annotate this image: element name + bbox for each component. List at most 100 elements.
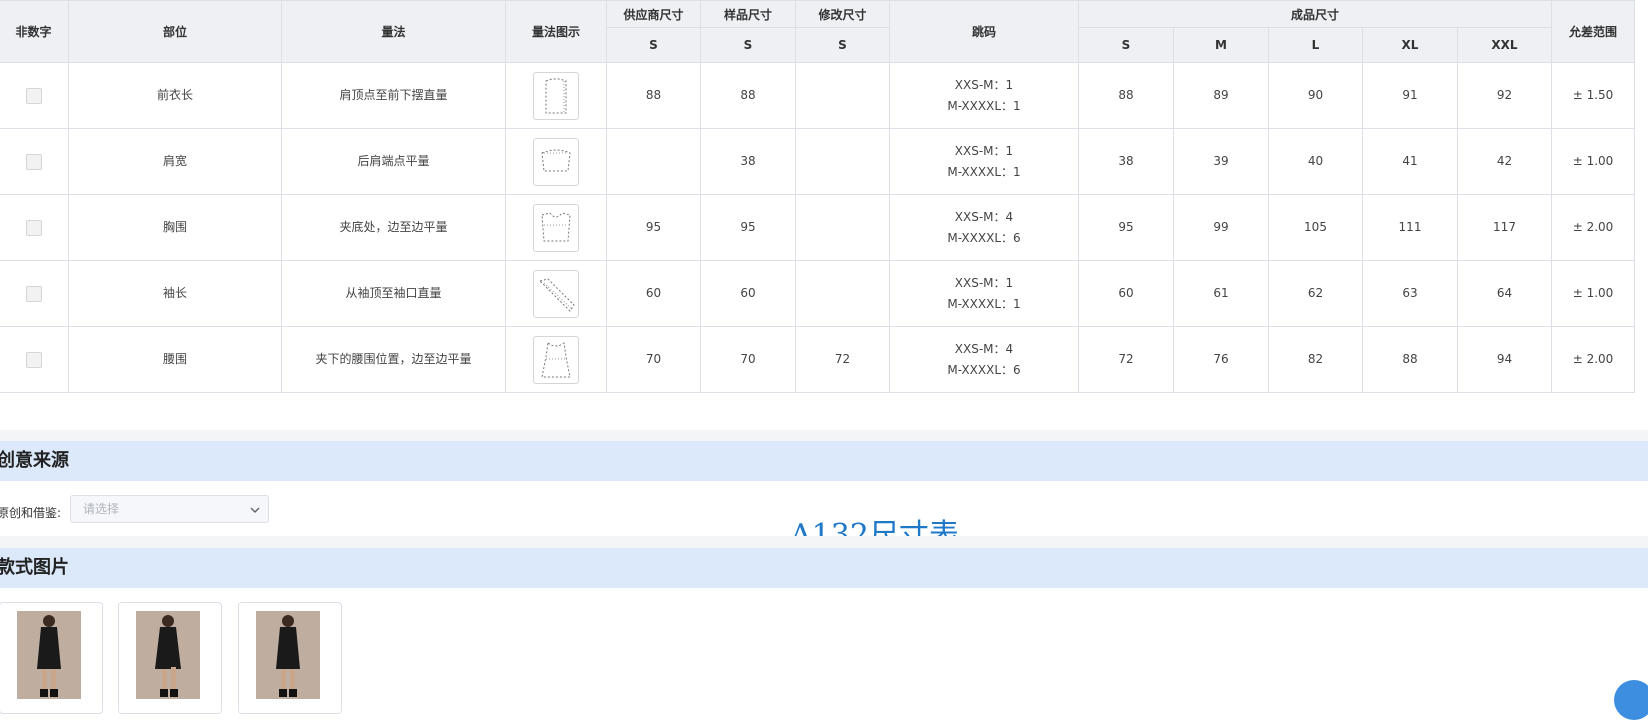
cell-method: 夹下的腰围位置，边至边平量: [281, 326, 506, 393]
table-row: 腰围 夹下的腰围位置，边至边平量 70 70 72 XXS-M：4 M-XXXXL…: [0, 326, 1635, 393]
cell-method: 从袖顶至袖口直量: [281, 260, 506, 327]
measure-diagram-thumbnail[interactable]: [533, 335, 579, 384]
row-checkbox[interactable]: [25, 285, 42, 302]
header-diagram: 量法图示: [505, 0, 607, 63]
cell-finished-xxl: 42: [1457, 128, 1552, 195]
header-method: 量法: [281, 0, 506, 63]
model-silhouette-icon: [17, 611, 81, 699]
header-part: 部位: [68, 0, 282, 63]
cell-part: 腰围: [68, 326, 282, 393]
cell-part: 肩宽: [68, 128, 282, 195]
model-silhouette-icon: [136, 611, 200, 699]
cell-modified[interactable]: [795, 62, 890, 129]
size-table: 非数字 部位 量法 量法图示 供应商尺寸 样品尺寸 修改尺寸 跳码 成品尺寸 允…: [0, 0, 1635, 393]
cell-supplier: 95: [606, 194, 701, 261]
section-divider: [0, 536, 1648, 548]
subheader-supplier-s: S: [606, 27, 701, 63]
cell-finished-l: 105: [1268, 194, 1363, 261]
table-row: 袖长 从袖顶至袖口直量 60 60 XXS-M：1 M-XXXXL：1 60 61…: [0, 260, 1635, 327]
section-title: 创意来源: [0, 450, 69, 471]
cell-finished-s: 88: [1078, 62, 1174, 129]
subheader-finished-xxl: XXL: [1457, 27, 1552, 63]
cell-jump: XXS-M：1 M-XXXXL：1: [889, 128, 1079, 195]
cell-part: 袖长: [68, 260, 282, 327]
cell-supplier: 70: [606, 326, 701, 393]
cell-finished-m: 89: [1173, 62, 1269, 129]
shoulder-width-sketch-icon: [541, 149, 571, 171]
select-placeholder: 请选择: [83, 502, 120, 516]
style-image-card[interactable]: [0, 602, 103, 714]
cell-finished-xl: 63: [1362, 260, 1458, 327]
cell-jump: XXS-M：1 M-XXXXL：1: [889, 260, 1079, 327]
cell-tolerance: ± 1.00: [1551, 260, 1635, 327]
cell-finished-s: 72: [1078, 326, 1174, 393]
cell-part: 胸围: [68, 194, 282, 261]
subheader-finished-m: M: [1173, 27, 1269, 63]
creative-source-header: 创意来源: [0, 441, 1648, 481]
cell-finished-m: 61: [1173, 260, 1269, 327]
cell-tolerance: ± 1.00: [1551, 128, 1635, 195]
cell-method: 夹底处，边至边平量: [281, 194, 506, 261]
header-non-numeric: 非数字: [0, 0, 69, 63]
cell-sample: 60: [700, 260, 796, 327]
row-checkbox[interactable]: [25, 153, 42, 170]
source-field-label: 原创和借鉴:: [0, 506, 62, 520]
header-sample-size: 样品尺寸: [700, 0, 796, 28]
style-images-header: 款式图片: [0, 548, 1648, 588]
cell-sample: 95: [700, 194, 796, 261]
cell-sample: 70: [700, 326, 796, 393]
header-jump: 跳码: [889, 0, 1079, 63]
front-length-sketch-icon: [545, 78, 567, 113]
style-image-card[interactable]: [238, 602, 342, 714]
cell-modified[interactable]: 72: [795, 326, 890, 393]
header-supplier-size: 供应商尺寸: [606, 0, 701, 28]
source-select[interactable]: 请选择: [70, 495, 269, 523]
row-checkbox[interactable]: [25, 219, 42, 236]
cell-finished-s: 38: [1078, 128, 1174, 195]
dress-photo: [136, 611, 200, 699]
cell-finished-xxl: 64: [1457, 260, 1552, 327]
cell-finished-m: 76: [1173, 326, 1269, 393]
cell-finished-xl: 111: [1362, 194, 1458, 261]
measure-diagram-thumbnail[interactable]: [533, 269, 579, 318]
row-checkbox[interactable]: [25, 87, 42, 104]
cell-finished-xl: 41: [1362, 128, 1458, 195]
cell-sample: 88: [700, 62, 796, 129]
cell-part: 前衣长: [68, 62, 282, 129]
floating-action-button[interactable]: [1614, 680, 1648, 720]
subheader-finished-s: S: [1078, 27, 1174, 63]
subheader-modified-s: S: [795, 27, 890, 63]
table-row: 前衣长 肩顶点至前下摆直量 88 88 XXS-M：1 M-XXXXL：1 88 …: [0, 62, 1635, 129]
measure-diagram-thumbnail[interactable]: [533, 137, 579, 186]
cell-tolerance: ± 2.00: [1551, 194, 1635, 261]
measure-diagram-thumbnail[interactable]: [533, 71, 579, 120]
dress-photo: [17, 611, 81, 699]
cell-finished-xxl: 92: [1457, 62, 1552, 129]
cell-tolerance: ± 1.50: [1551, 62, 1635, 129]
section-title: 款式图片: [0, 557, 69, 578]
cell-finished-m: 39: [1173, 128, 1269, 195]
style-image-card[interactable]: [118, 602, 222, 714]
subheader-finished-l: L: [1268, 27, 1363, 63]
row-checkbox[interactable]: [25, 351, 42, 368]
cell-finished-xxl: 94: [1457, 326, 1552, 393]
table-row: 肩宽 后肩端点平量 38 XXS-M：1 M-XXXXL：1 38 39 40 4…: [0, 128, 1635, 195]
cell-jump: XXS-M：4 M-XXXXL：6: [889, 194, 1079, 261]
measure-diagram-thumbnail[interactable]: [533, 203, 579, 252]
sleeve-length-sketch-icon: [539, 277, 575, 312]
cell-supplier: 88: [606, 62, 701, 129]
cell-finished-xl: 91: [1362, 62, 1458, 129]
cell-modified[interactable]: [795, 194, 890, 261]
cell-finished-s: 95: [1078, 194, 1174, 261]
cell-finished-xl: 88: [1362, 326, 1458, 393]
cell-sample: 38: [700, 128, 796, 195]
cell-method: 肩顶点至前下摆直量: [281, 62, 506, 129]
waist-sketch-icon: [541, 341, 571, 377]
chest-sketch-icon: [541, 211, 571, 241]
cell-jump: XXS-M：4 M-XXXXL：6: [889, 326, 1079, 393]
cell-modified[interactable]: [795, 260, 890, 327]
cell-method: 后肩端点平量: [281, 128, 506, 195]
cell-finished-m: 99: [1173, 194, 1269, 261]
cell-modified[interactable]: [795, 128, 890, 195]
subheader-finished-xl: XL: [1362, 27, 1458, 63]
